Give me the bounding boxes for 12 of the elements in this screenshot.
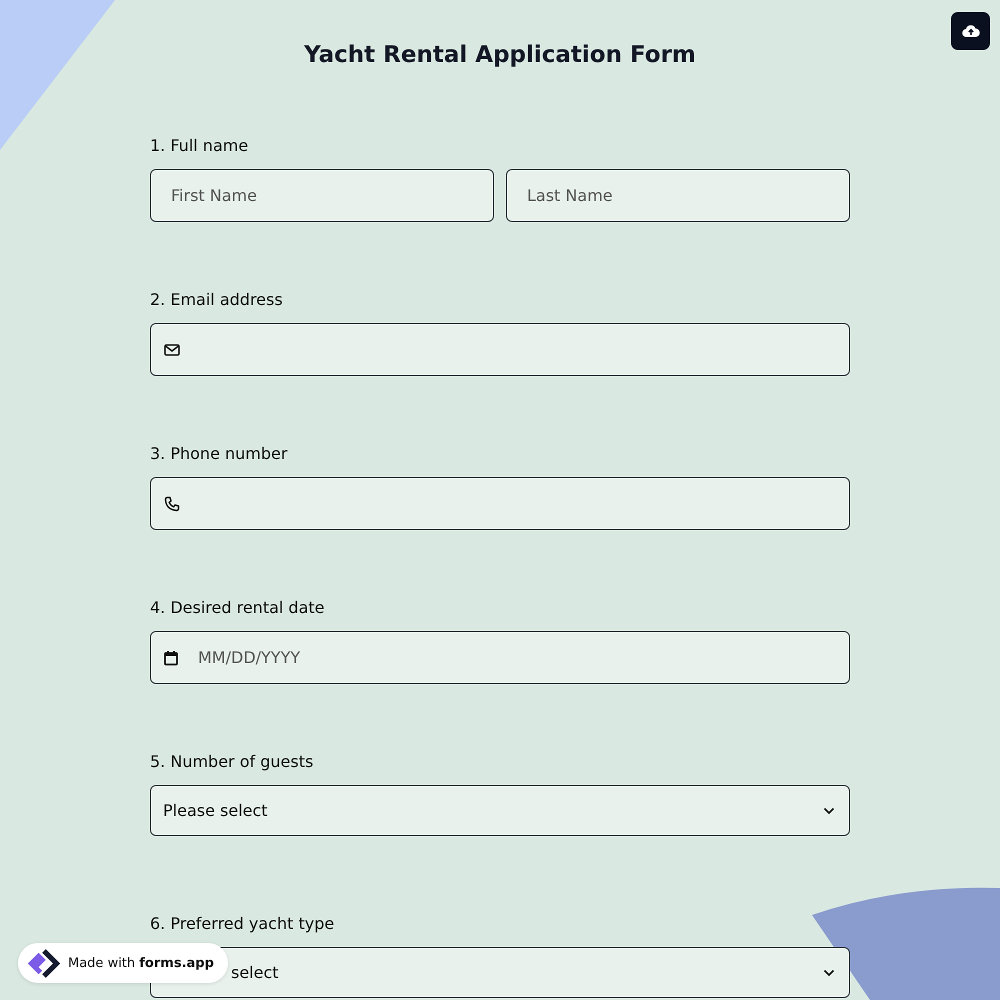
input-field[interactable]: MM/DD/YYYY [150,631,850,684]
made-with-badge[interactable]: Made with forms.app [18,943,228,983]
form-title: Yacht Rental Application Form [303,42,697,68]
question-label: 4. Desired rental date [150,598,326,617]
input-field[interactable]: Last Name [506,169,850,222]
question-label: 3. Phone number [150,444,288,463]
question-label: 5. Number of guests [150,752,314,771]
select-dropdown[interactable]: Please select [150,785,850,836]
question-label: 1. Full name [150,136,250,155]
question-label: 2. Email address [150,290,284,309]
question-label: 6. Preferred yacht type [150,914,336,933]
input-field[interactable]: First Name [150,169,494,222]
